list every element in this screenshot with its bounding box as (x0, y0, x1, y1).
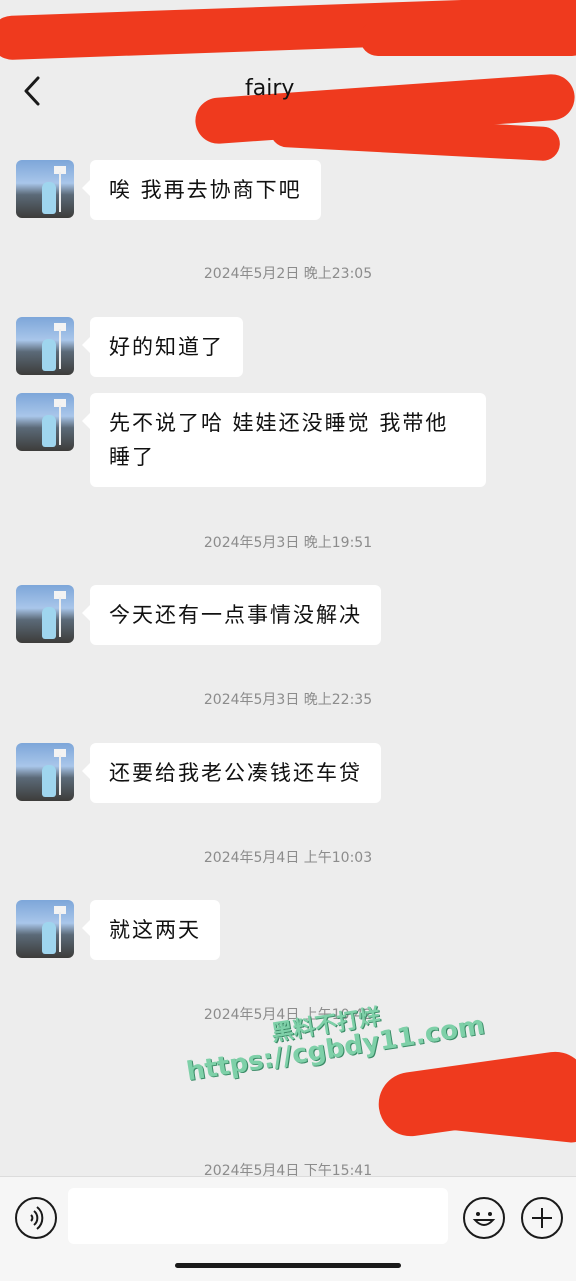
message-bubble[interactable]: 唉 我再去协商下吧 (82, 160, 321, 220)
message-input[interactable] (68, 1188, 448, 1244)
message-bubble[interactable]: 就这两天 (82, 900, 220, 960)
avatar[interactable] (16, 585, 74, 643)
avatar[interactable] (16, 160, 74, 218)
message-bubble[interactable]: 今天还有一点事情没解决 (82, 585, 381, 645)
redaction-top-2 (360, 20, 576, 56)
chevron-left-icon[interactable] (20, 74, 46, 108)
timestamp: 2024年5月4日 上午10:03 (203, 850, 373, 866)
chat-title: fairy (245, 76, 295, 101)
message-bubble[interactable]: 先不说了哈 娃娃还没睡觉 我带他睡了 (82, 393, 486, 487)
home-indicator (175, 1263, 401, 1268)
timestamp: 2024年5月3日 晚上19:51 (203, 535, 373, 551)
avatar[interactable] (16, 317, 74, 375)
timestamp: 2024年5月2日 晚上23:05 (203, 266, 373, 282)
avatar[interactable] (16, 900, 74, 958)
chat-header: fairy (0, 60, 576, 124)
avatar[interactable] (16, 743, 74, 801)
timestamp: 2024年5月3日 晚上22:35 (203, 692, 373, 708)
avatar[interactable] (16, 393, 74, 451)
plus-icon[interactable] (521, 1197, 563, 1239)
message-bubble[interactable]: 还要给我老公凑钱还车贷 (82, 743, 381, 803)
emoji-icon[interactable] (463, 1197, 505, 1239)
message-bubble[interactable]: 好的知道了 (82, 317, 243, 377)
voice-icon[interactable] (15, 1197, 57, 1239)
